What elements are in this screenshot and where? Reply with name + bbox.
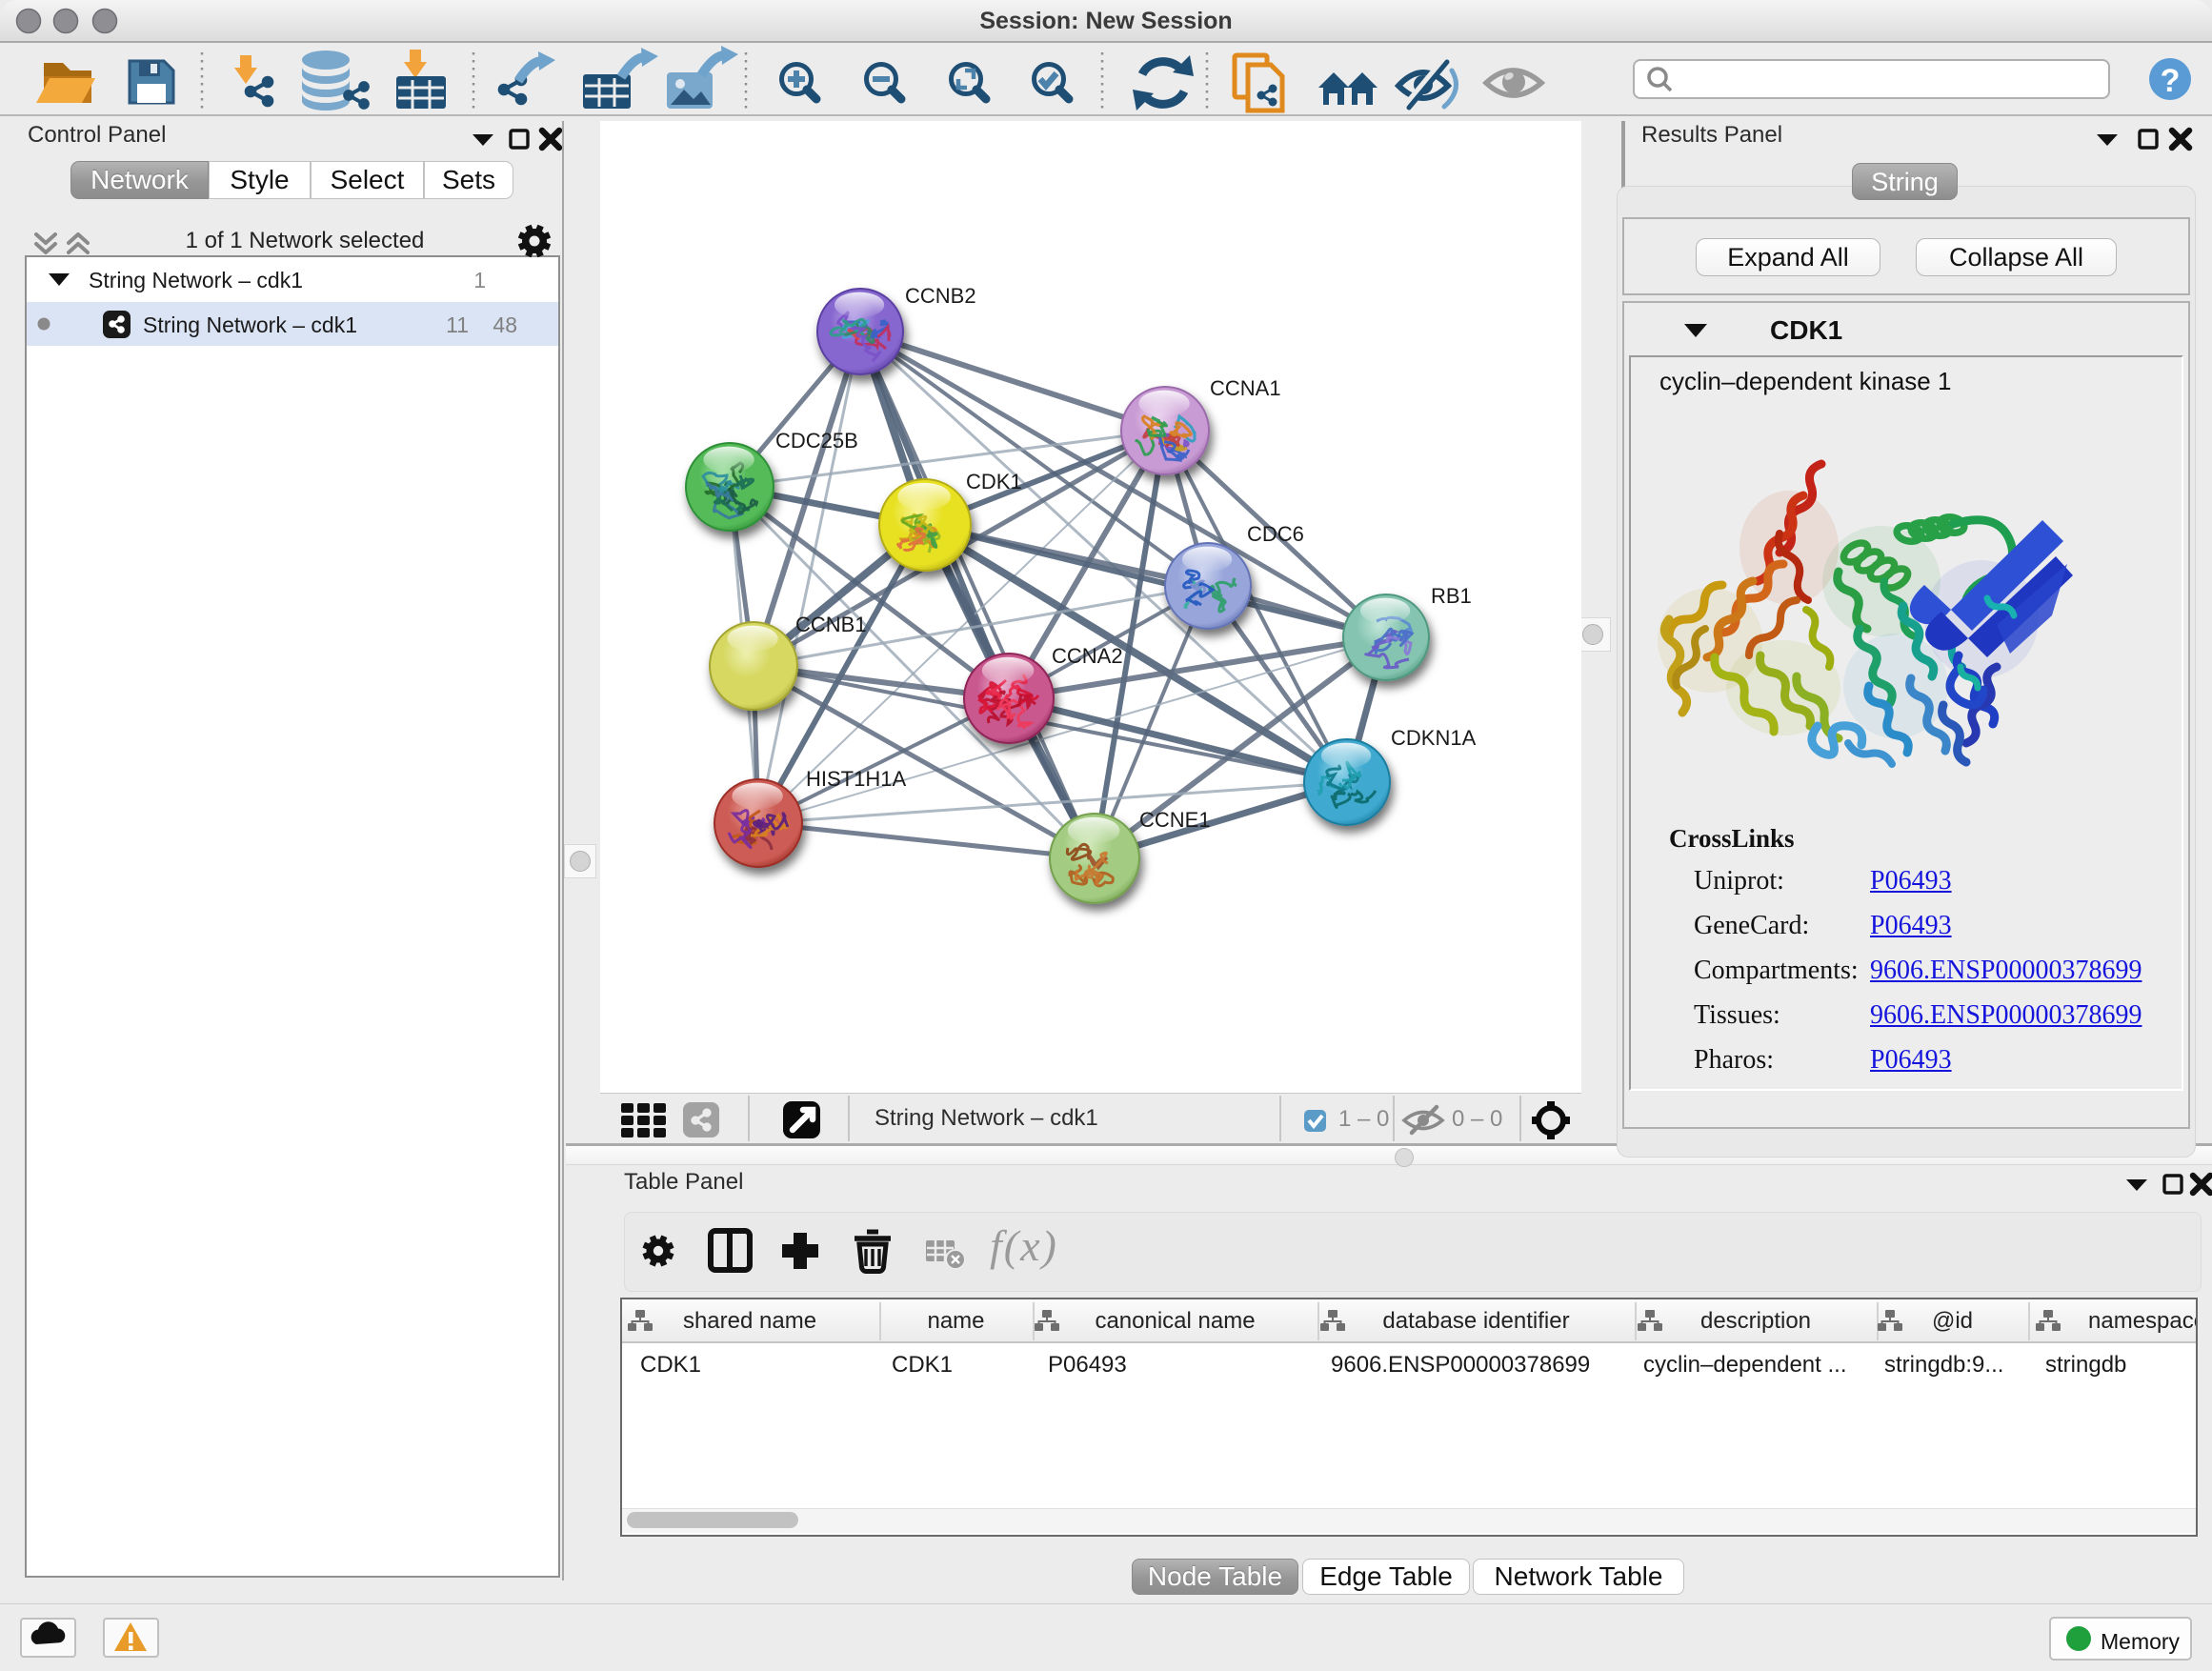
svg-text:0 – 0: 0 – 0 <box>1452 1106 1502 1132</box>
svg-text:CDC25B: CDC25B <box>775 429 858 453</box>
svg-text:?: ? <box>2161 63 2181 99</box>
svg-text:String Network – cdk1: String Network – cdk1 <box>875 1105 1098 1131</box>
svg-text:CCNA2: CCNA2 <box>1052 644 1123 668</box>
svg-text:RB1: RB1 <box>1431 584 1472 608</box>
svg-text:CCNB1: CCNB1 <box>795 613 867 636</box>
svg-text:CDKN1A: CDKN1A <box>1391 726 1477 750</box>
svg-text:HIST1H1A: HIST1H1A <box>806 767 906 791</box>
svg-text:1 – 0: 1 – 0 <box>1338 1106 1389 1132</box>
svg-text:CDK1: CDK1 <box>966 470 1022 493</box>
svg-text:CDC6: CDC6 <box>1247 522 1304 546</box>
svg-text:CCNB2: CCNB2 <box>905 284 976 308</box>
svg-text:CCNE1: CCNE1 <box>1139 808 1211 832</box>
svg-text:CCNA1: CCNA1 <box>1210 376 1281 400</box>
